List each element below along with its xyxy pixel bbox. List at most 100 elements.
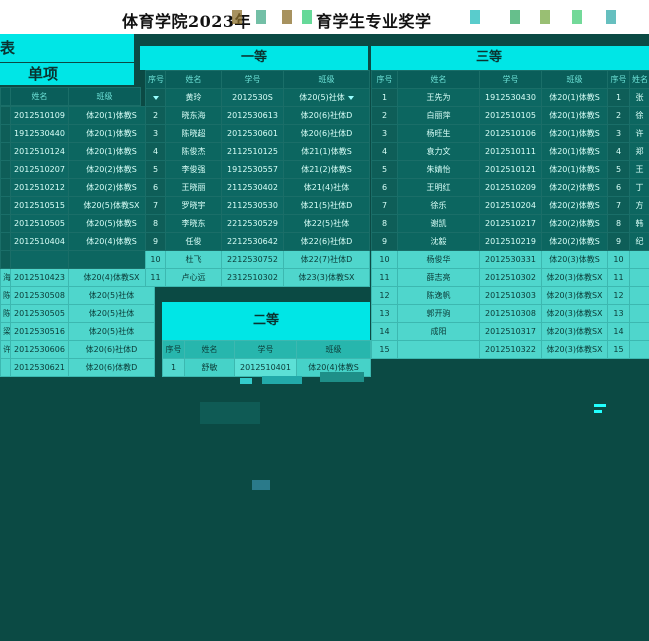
cell-class: 体20(1)体教S (68, 142, 155, 161)
cell-id: 2012530331 (479, 250, 542, 269)
cell-no: 5 (607, 160, 630, 179)
table-row: 8韩 (607, 214, 649, 233)
cell-class: 体20(6)社体D (68, 340, 155, 359)
cell-id: 2012510317 (479, 322, 542, 341)
cell-class: 体20(6)社体D (283, 124, 370, 143)
single-item-header-text: 单项 (28, 65, 59, 83)
cell-no: 3 (145, 124, 166, 143)
third-prize-table: 序号 姓名 学号 班级 1 王先为 1912530430 体20(1)体教S 2 白丽萍 2… (371, 70, 608, 359)
title-artifact (282, 10, 292, 24)
chevron-down-icon[interactable] (347, 95, 354, 100)
cell-class: 体20(2)体教S (68, 160, 155, 179)
cell-no: 10 (371, 250, 398, 269)
header-seq: 序号 (371, 70, 398, 89)
cell-id: 2012510204 (479, 196, 542, 215)
cell-name: 成阳 (397, 322, 480, 341)
right-partial-table: 序号 姓名 1 张 2 徐 3 许 4 郑 5 王 6 丁 7 方 8 韩 9 纪 10 11 12 13 14 15 (607, 70, 649, 359)
second-prize-header: 二等 (162, 302, 370, 340)
title-artifact (540, 10, 550, 24)
cell-name: 方 (629, 196, 649, 215)
cell-name (0, 178, 11, 197)
cell-no: 2 (371, 106, 398, 125)
cell-id: 2012510109 (10, 106, 69, 125)
partial-header-text: 表 (0, 39, 16, 57)
cell-class: 体20(2)体教S (541, 196, 608, 215)
table-row: 8 谢凯 2012510217 体20(2)体教S (371, 214, 608, 233)
cell-no: 11 (145, 268, 166, 287)
table-row: 2012510404 体20(4)体教S (0, 232, 155, 251)
cell-class: 体20(2)体教S (541, 214, 608, 233)
cell-name: 许 (629, 124, 649, 143)
title-artifact (572, 10, 582, 24)
cell-no: 9 (371, 232, 398, 251)
header-name: 姓名 (10, 87, 69, 106)
cell-name (0, 214, 11, 233)
cell-id: 2012510401 (234, 358, 297, 377)
cell-class: 体20(3)体教SX (541, 268, 608, 287)
cell-class: 体20(5)体教S (68, 214, 155, 233)
cell-no: 4 (371, 142, 398, 161)
table-row: 6丁 (607, 178, 649, 197)
table-row: 7 徐乐 2012510204 体20(2)体教S (371, 196, 608, 215)
artifact-mark (320, 372, 364, 382)
cell-name: 杜飞 (165, 250, 222, 269)
table-row: 1张 (607, 88, 649, 107)
cell-class: 体20(3)体教S (541, 250, 608, 269)
table-row: 14 (607, 322, 649, 341)
cell-class: 体20(1)体教S (68, 124, 155, 143)
cell-no: 12 (371, 286, 398, 305)
cell-id: 2312510302 (221, 268, 284, 287)
cell-id: 2012510111 (479, 142, 542, 161)
cell-id: 2112530530 (221, 196, 284, 215)
cell-name: 王 (629, 160, 649, 179)
artifact-mark (252, 480, 270, 490)
cell-no: 6 (145, 178, 166, 197)
cell-id: 2012530508 (10, 286, 69, 305)
cell-no: 9 (145, 232, 166, 251)
cell-class: 体20(4)体教S (68, 232, 155, 251)
table-row: 11 卢心远 2312510302 体23(3)体教SX (145, 268, 370, 287)
cell-no: 10 (607, 250, 630, 269)
title-bar: 体育学院2023年 育学生专业奖学 (0, 0, 649, 34)
chevron-down-icon[interactable] (152, 95, 159, 100)
cell-name: 陈晓宇 (0, 286, 11, 305)
cell-id: 2012510124 (10, 142, 69, 161)
title-artifact (606, 10, 616, 24)
cell-name (629, 250, 649, 269)
cell-id: 2112530402 (221, 178, 284, 197)
cell-name: 罗晓宇 (165, 196, 222, 215)
cell-no: 6 (607, 178, 630, 197)
title-artifact (256, 10, 266, 24)
table-row: 2012510109 体20(1)体教S (0, 106, 155, 125)
cell-class: 体20(3)体教SX (541, 286, 608, 305)
cell-id: 2012510505 (10, 214, 69, 233)
table-row: 许孙2012530606体20(6)社体D (0, 340, 155, 359)
header-id: 学号 (221, 70, 284, 89)
header-class: 班级 (541, 70, 608, 89)
header-name: 姓名 (629, 70, 649, 89)
cell-no: 6 (371, 178, 398, 197)
cell-name: 张 (629, 88, 649, 107)
table-row: 5 李俊强 1912530557 体21(2)体教S (145, 160, 370, 179)
table-row: 5王 (607, 160, 649, 179)
cell-name (629, 322, 649, 341)
cell-class: 体20(5)社体 (68, 286, 155, 305)
cell-name: 郑 (629, 142, 649, 161)
table-row: 9 任俊 2212530642 体22(6)社体D (145, 232, 370, 251)
cell-name: 王明红 (397, 178, 480, 197)
cell-id: 2012510303 (479, 286, 542, 305)
table-header-row: 序号 姓名 学号 班级 (145, 70, 370, 89)
cell-id: 2112510125 (221, 142, 284, 161)
cell-no: 8 (145, 214, 166, 233)
table-row: 14 成阳 2012510317 体20(3)体教SX (371, 322, 608, 341)
cell-name (0, 142, 11, 161)
cell-name: 李晓东 (165, 214, 222, 233)
partial-header: 表 (0, 34, 134, 62)
artifact-mark (200, 402, 260, 424)
cell-class: 体22(6)社体D (283, 232, 370, 251)
artifact-mark (594, 410, 602, 413)
header-class: 班级 (296, 340, 371, 359)
table-header-row: 序号 姓名 学号 班级 (371, 70, 608, 89)
title-artifact (510, 10, 520, 24)
cell-class: 体20(2)体教S (68, 178, 155, 197)
